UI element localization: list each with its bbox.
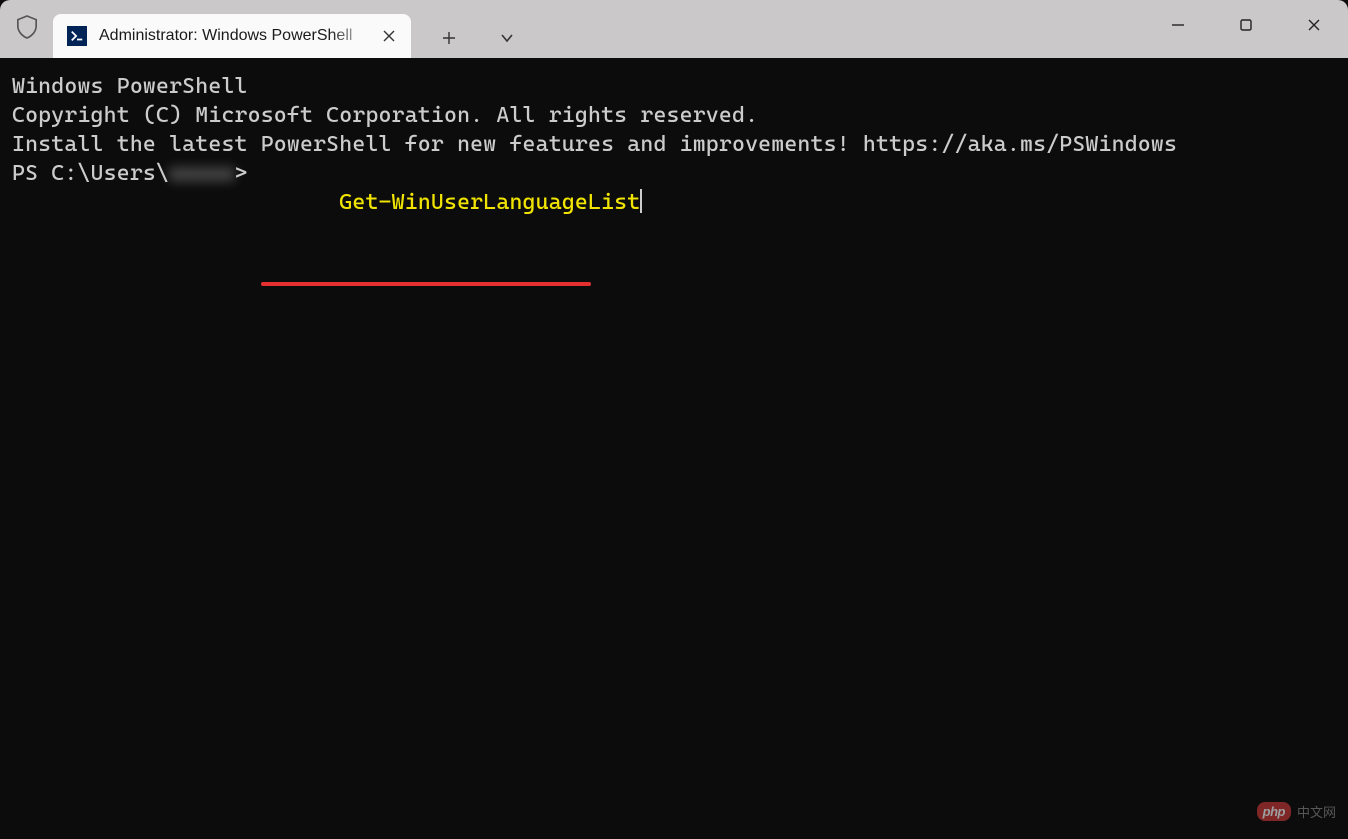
prompt-command: Get-WinUserLanguageList [261,159,643,275]
admin-shield-area [0,0,53,58]
terminal-content[interactable]: Windows PowerShell Copyright (C) Microso… [0,58,1348,289]
tab-title: Administrator: Windows PowerShell [99,27,371,45]
titlebar: Administrator: Windows PowerShell [0,0,1348,58]
new-tab-button[interactable] [429,18,469,58]
watermark-text: 中文网 [1297,802,1336,821]
watermark-logo: php [1257,802,1291,821]
cursor [640,189,642,213]
minimize-button[interactable] [1144,0,1212,50]
terminal-line: Windows PowerShell [12,72,1336,101]
annotation-underline [261,282,591,286]
tab-close-button[interactable] [379,26,399,46]
window-controls [1144,0,1348,50]
terminal-line: Install the latest PowerShell for new fe… [12,130,1336,159]
prompt-suffix: > [235,159,261,275]
shield-icon [16,15,38,44]
active-tab[interactable]: Administrator: Windows PowerShell [53,14,411,58]
maximize-button[interactable] [1212,0,1280,50]
prompt-user-blurred: xxxxx [169,159,234,275]
terminal-line: Copyright (C) Microsoft Corporation. All… [12,101,1336,130]
command-text: Get-WinUserLanguageList [339,190,640,215]
powershell-icon [67,26,87,46]
watermark: php 中文网 [1257,802,1336,821]
tab-dropdown-button[interactable] [487,18,527,58]
prompt-prefix: PS C:\Users\ [12,159,169,275]
close-button[interactable] [1280,0,1348,50]
prompt-line: PS C:\Users\ xxxxx > Get-WinUserLanguage… [12,159,1336,275]
